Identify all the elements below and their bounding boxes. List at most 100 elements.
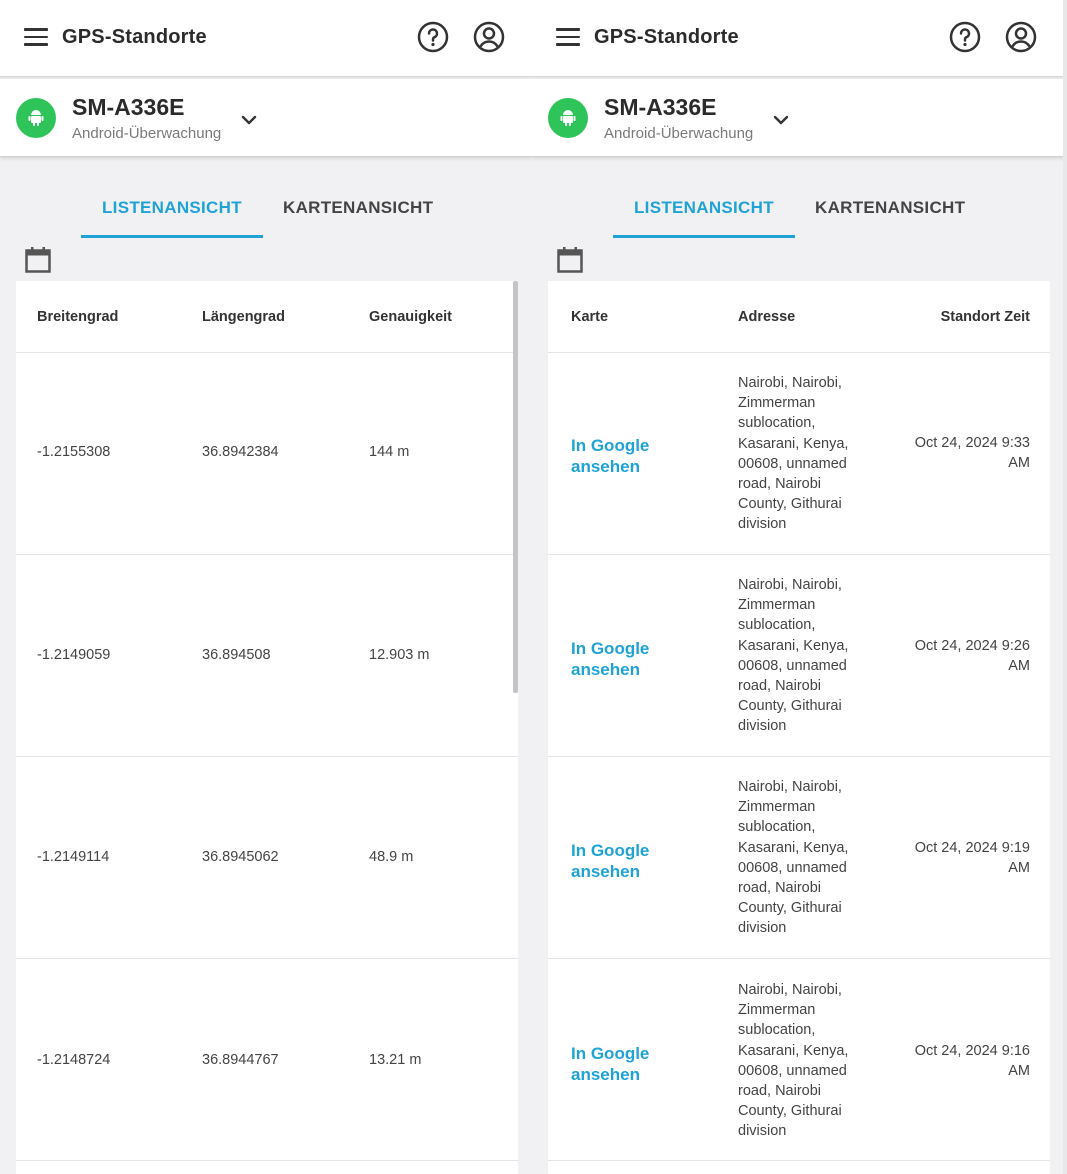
- link-line: In Google: [571, 639, 650, 658]
- device-selector[interactable]: SM-A336E Android-Überwachung: [532, 79, 1064, 157]
- calendar-icon[interactable]: [556, 246, 584, 274]
- table-row[interactable]: In Google ansehen Nairobi, Nairobi, Zimm…: [548, 959, 1050, 1161]
- time-line: Oct 24, 2024 9:19: [914, 840, 1030, 856]
- time-line: Oct 24, 2024 9:16: [914, 1043, 1030, 1059]
- tab-map-view[interactable]: KARTENANSICHT: [283, 198, 433, 218]
- column-header-longitude[interactable]: Längengrad: [202, 309, 285, 325]
- table-row[interactable]: In Google ansehen Nairobi, Nairobi, Zimm…: [548, 757, 1050, 959]
- view-in-google-link[interactable]: In Google ansehen: [571, 840, 649, 882]
- address-line: Nairobi, Nairobi,: [738, 779, 842, 795]
- device-name: SM-A336E: [72, 94, 185, 120]
- device-name: SM-A336E: [604, 94, 717, 120]
- view-in-google-link[interactable]: In Google ansehen: [571, 435, 649, 477]
- time-line: AM: [1008, 1063, 1030, 1079]
- tab-list-view[interactable]: LISTENANSICHT: [634, 198, 774, 218]
- address-line: road, Nairobi: [738, 476, 822, 493]
- longitude-cell: 36.8942384: [202, 444, 279, 460]
- tab-list-view[interactable]: LISTENANSICHT: [102, 198, 242, 218]
- address-cell: Nairobi, Nairobi, Zimmerman sublocation,…: [738, 777, 868, 939]
- link-line: ansehen: [571, 660, 640, 679]
- accuracy-cell: 12.903 m: [369, 647, 430, 663]
- address-line: Kasarani, Kenya,: [738, 1042, 849, 1059]
- app-bar: GPS-Standorte: [0, 0, 532, 77]
- address-line: Kasarani, Kenya,: [738, 435, 849, 452]
- table-header: Karte Adresse Standort Zeit: [548, 281, 1050, 353]
- link-line: In Google: [571, 1044, 650, 1063]
- longitude-cell: 36.8944767: [202, 1052, 279, 1068]
- account-icon[interactable]: [1005, 21, 1037, 53]
- column-header-location-time[interactable]: Standort Zeit: [941, 309, 1030, 325]
- address-line: Kasarani, Kenya,: [738, 637, 849, 654]
- address-line: County, Githurai: [738, 698, 842, 715]
- address-line: division: [738, 1123, 787, 1140]
- right-panel: GPS-Standorte SM-A336E Android-Überwachu…: [532, 0, 1064, 1174]
- locations-table: Breitengrad Längengrad Genauigkeit -1.21…: [16, 281, 518, 1174]
- android-icon: [16, 98, 56, 138]
- view-in-google-link[interactable]: In Google ansehen: [571, 1043, 649, 1085]
- hamburger-menu-icon[interactable]: [24, 28, 48, 46]
- view-tabs: LISTENANSICHT KARTENANSICHT: [0, 190, 532, 238]
- address-line: road, Nairobi: [738, 678, 822, 695]
- address-cell: Nairobi, Nairobi, Zimmerman sublocation,…: [738, 373, 868, 535]
- address-line: sublocation,: [738, 617, 816, 634]
- table-scrollbar[interactable]: [513, 281, 518, 693]
- chevron-down-icon[interactable]: [770, 109, 792, 131]
- table-row[interactable]: In Google ansehen Nairobi, Nairobi, Zimm…: [548, 555, 1050, 757]
- account-icon[interactable]: [473, 21, 505, 53]
- address-line: County, Githurai: [738, 1103, 842, 1120]
- address-line: Nairobi, Nairobi,: [738, 577, 842, 593]
- hamburger-menu-icon[interactable]: [556, 28, 580, 46]
- link-line: ansehen: [571, 1065, 640, 1084]
- address-line: division: [738, 920, 787, 937]
- column-header-accuracy[interactable]: Genauigkeit: [369, 309, 452, 325]
- address-line: Zimmerman: [738, 1002, 816, 1019]
- accuracy-cell: 48.9 m: [369, 849, 414, 865]
- address-line: division: [738, 516, 787, 533]
- table-row[interactable]: -1.2149114 36.8945062 48.9 m: [16, 757, 518, 959]
- location-time-cell: Oct 24, 2024 9:16 AM: [880, 1041, 1030, 1081]
- address-cell: Nairobi, Nairobi, Zimmerman sublocation,…: [738, 980, 868, 1142]
- table-row[interactable]: In Google ansehen Nairobi, Nairobi, Zimm…: [548, 353, 1050, 555]
- time-line: AM: [1008, 658, 1030, 674]
- address-cell: Nairobi, Nairobi, Zimmerman sublocation,…: [738, 575, 868, 737]
- address-line: County, Githurai: [738, 496, 842, 513]
- location-time-cell: Oct 24, 2024 9:33 AM: [880, 433, 1030, 473]
- latitude-cell: -1.2148724: [37, 1052, 111, 1068]
- table-row[interactable]: -1.2148724 36.8944767 13.21 m: [16, 959, 518, 1161]
- help-icon[interactable]: [417, 21, 449, 53]
- accuracy-cell: 144 m: [369, 444, 410, 460]
- time-line: Oct 24, 2024 9:26: [914, 638, 1030, 654]
- chevron-down-icon[interactable]: [238, 109, 260, 131]
- latitude-cell: -1.2155308: [37, 444, 111, 460]
- column-header-address[interactable]: Adresse: [738, 309, 795, 325]
- help-icon[interactable]: [949, 21, 981, 53]
- address-line: Zimmerman: [738, 799, 816, 816]
- device-selector[interactable]: SM-A336E Android-Überwachung: [0, 79, 532, 157]
- column-header-latitude[interactable]: Breitengrad: [37, 309, 118, 325]
- column-header-map[interactable]: Karte: [571, 309, 608, 325]
- location-time-cell: Oct 24, 2024 9:26 AM: [880, 636, 1030, 676]
- address-line: 00608, unnamed: [738, 657, 847, 674]
- device-subtitle: Android-Überwachung: [72, 125, 222, 142]
- calendar-icon[interactable]: [24, 246, 52, 274]
- left-panel: GPS-Standorte SM-A336E Android-Überwachu…: [0, 0, 532, 1174]
- app-bar: GPS-Standorte: [532, 0, 1064, 77]
- link-line: ansehen: [571, 457, 640, 476]
- locations-table: Karte Adresse Standort Zeit In Google an…: [548, 281, 1050, 1174]
- app-title: GPS-Standorte: [62, 26, 207, 48]
- time-line: AM: [1008, 455, 1030, 471]
- view-in-google-link[interactable]: In Google ansehen: [571, 638, 649, 680]
- table-row[interactable]: -1.2149059 36.894508 12.903 m: [16, 555, 518, 757]
- address-line: 00608, unnamed: [738, 859, 847, 876]
- latitude-cell: -1.2149114: [37, 849, 110, 865]
- address-line: sublocation,: [738, 819, 816, 836]
- table-header: Breitengrad Längengrad Genauigkeit: [16, 281, 518, 353]
- link-line: ansehen: [571, 862, 640, 881]
- table-row[interactable]: -1.2155308 36.8942384 144 m: [16, 353, 518, 555]
- view-tabs: LISTENANSICHT KARTENANSICHT: [532, 190, 1064, 238]
- longitude-cell: 36.894508: [202, 647, 271, 663]
- address-line: 00608, unnamed: [738, 1062, 847, 1079]
- tab-map-view[interactable]: KARTENANSICHT: [815, 198, 965, 218]
- address-line: road, Nairobi: [738, 880, 822, 897]
- address-line: Nairobi, Nairobi,: [738, 982, 842, 998]
